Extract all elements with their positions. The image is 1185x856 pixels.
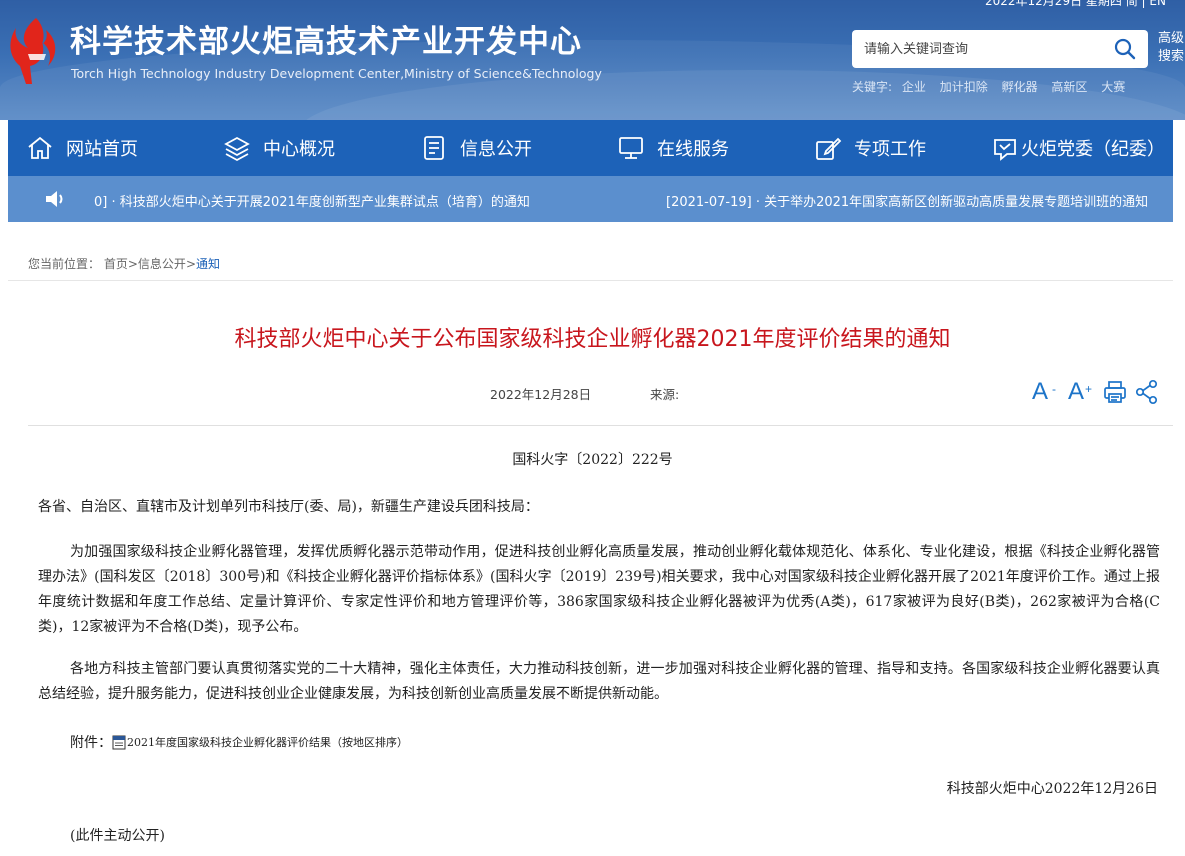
breadcrumb-current-link[interactable]: 通知 [196, 257, 220, 271]
news-ticker: 0] · 科技部火炬中心关于开展2021年度创新型产业集群试点（培育）的通知 [… [8, 176, 1173, 222]
nav-item-party[interactable]: 火炬党委（纪委） [991, 120, 1165, 176]
nav-item-info[interactable]: 信息公开 [420, 120, 532, 176]
breadcrumb-separator: > [127, 257, 138, 271]
nav-item-online-service[interactable]: 在线服务 [617, 120, 729, 176]
font-decrease-icon[interactable]: A- [1032, 378, 1056, 406]
document-icon [424, 136, 444, 160]
breadcrumb-label: 您当前位置： [28, 257, 101, 271]
keyword-link[interactable]: 企业 [902, 80, 926, 94]
article-signature: 科技部火炬中心2022年12月26日 [946, 781, 1158, 797]
site-title-en: Torch High Technology Industry Developme… [71, 66, 602, 81]
main-nav: 网站首页 中心概况 信息公开 在线服务 专项工作 火炬党委（纪委） [8, 120, 1173, 176]
article-addressee: 各省、自治区、直辖市及计划单列市科技厅(委、局)，新疆生产建设兵团科技局： [38, 499, 539, 515]
search-icon[interactable] [1114, 38, 1136, 60]
ticker-news-link[interactable]: 0] · 科技部火炬中心关于开展2021年度创新型产业集群试点（培育）的通知 [94, 191, 530, 210]
keyword-link[interactable]: 孵化器 [1002, 80, 1038, 94]
document-number: 国科火字〔2022〕222号 [512, 452, 673, 468]
nav-item-label: 中心概况 [263, 139, 335, 160]
site-header: 科学技术部火炬高技术产业开发中心 Torch High Technology I… [0, 0, 1185, 120]
article-source: 来源: [650, 387, 680, 402]
keywords-label: 关键字: [852, 80, 893, 94]
breadcrumb: 您当前位置： 首页>信息公开>通知 [28, 255, 220, 272]
attachment-row: 附件： 2021年度国家级科技企业孵化器评价结果（按地区排序） [70, 732, 408, 752]
nav-item-home[interactable]: 网站首页 [26, 120, 138, 176]
ticker-viewport: 0] · 科技部火炬中心关于开展2021年度创新型产业集群试点（培育）的通知 [… [94, 176, 1154, 222]
search-input[interactable] [864, 41, 1104, 57]
nav-item-label: 专项工作 [854, 139, 926, 160]
breadcrumb-section-link[interactable]: 信息公开 [138, 257, 186, 271]
ticker-news-link[interactable]: [2021-07-19] · 关于举办2021年国家高新区创新驱动高质量发展专题… [666, 191, 1148, 210]
font-increase-icon[interactable]: A + [1068, 378, 1092, 406]
speaker-icon [46, 191, 63, 207]
divider [8, 280, 1173, 281]
word-document-icon[interactable] [112, 735, 127, 750]
public-note: (此件主动公开) [70, 828, 165, 844]
nav-item-special-work[interactable]: 专项工作 [814, 120, 926, 176]
nav-item-label: 信息公开 [460, 139, 532, 160]
nav-item-label: 在线服务 [657, 139, 729, 160]
nav-item-label: 火炬党委（纪委） [1021, 139, 1165, 160]
layers-icon [224, 136, 250, 162]
attachment-label: 附件： [70, 735, 112, 751]
print-icon[interactable] [1102, 379, 1128, 405]
date-language-bar[interactable]: 2022年12月29日 星期四 简 | EN [985, 0, 1166, 9]
keywords-bar: 关键字: 企业 加计扣除 孵化器 高新区 大赛 [852, 78, 1135, 95]
article-paragraph: 各地方科技主管部门要认真贯彻落实党的二十大精神，强化主体责任，大力推动科技创新，… [38, 661, 1160, 702]
attachment-link[interactable]: 2021年度国家级科技企业孵化器评价结果（按地区排序） [127, 734, 408, 750]
keyword-link[interactable]: 高新区 [1051, 80, 1087, 94]
divider [28, 425, 1173, 426]
search-box [852, 30, 1148, 68]
nav-item-overview[interactable]: 中心概况 [223, 120, 335, 176]
advanced-search-link[interactable]: 高级搜索 [1158, 30, 1185, 66]
article-title: 科技部火炬中心关于公布国家级科技企业孵化器2021年度评价结果的通知 [234, 327, 951, 352]
article-tools: A- A + [1032, 378, 1160, 406]
home-icon [28, 136, 52, 159]
keyword-link[interactable]: 大赛 [1101, 80, 1125, 94]
breadcrumb-home-link[interactable]: 首页 [104, 257, 128, 271]
article-paragraph: 为加强国家级科技企业孵化器管理，发挥优质孵化器示范带动作用，促进科技创业孵化高质… [38, 544, 1160, 635]
party-icon [994, 139, 1016, 161]
torch-logo-icon[interactable] [6, 14, 64, 84]
nav-item-label: 网站首页 [66, 139, 138, 160]
article-date: 2022年12月28日 [490, 387, 592, 402]
breadcrumb-separator: > [185, 257, 196, 271]
monitor-icon [619, 137, 643, 159]
share-icon[interactable] [1134, 379, 1160, 405]
edit-icon [816, 137, 842, 160]
keyword-link[interactable]: 加计扣除 [940, 80, 988, 94]
site-title-cn: 科学技术部火炬高技术产业开发中心 [70, 24, 582, 60]
